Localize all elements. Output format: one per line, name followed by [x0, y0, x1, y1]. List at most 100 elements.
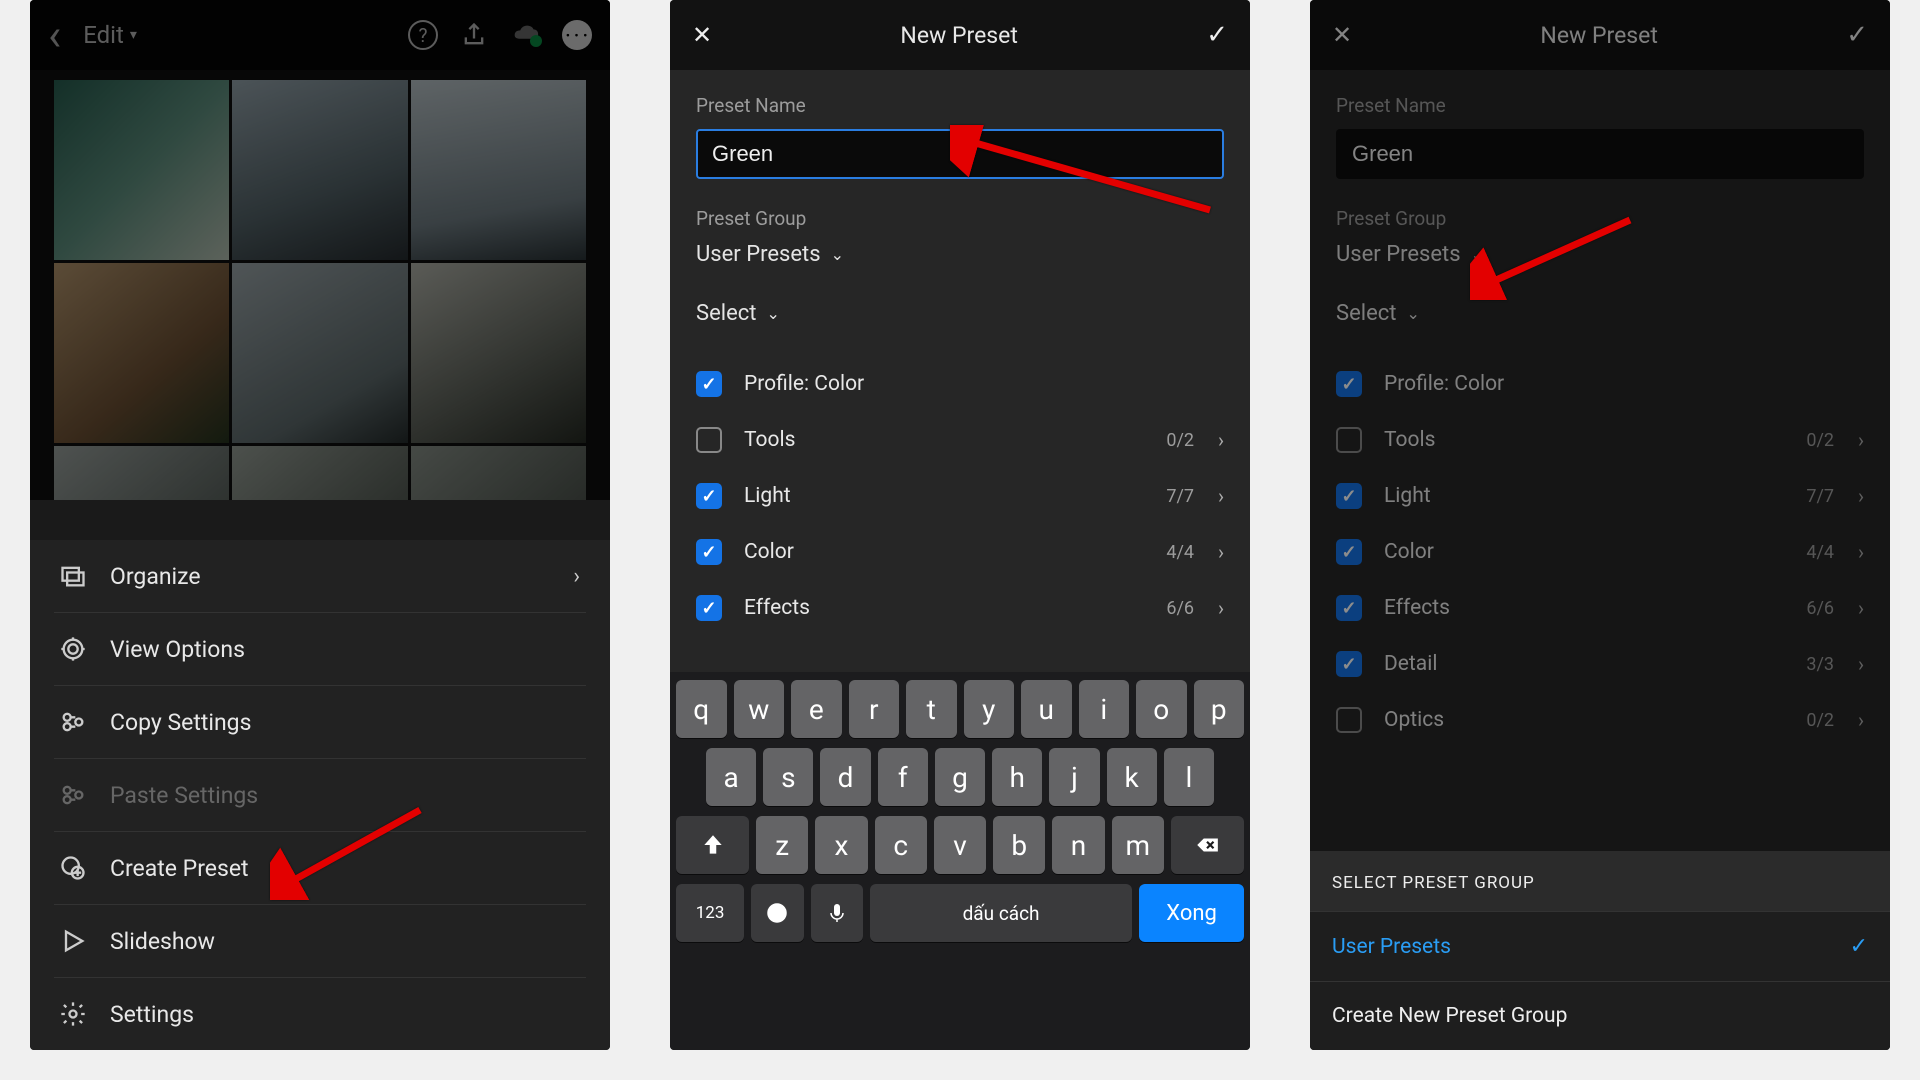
checkbox-icon[interactable] — [696, 539, 722, 565]
option-label: Color — [744, 540, 794, 564]
preset-group-dropdown[interactable]: User Presets ⌄ — [1336, 242, 1864, 267]
edit-dropdown[interactable]: Edit — [83, 21, 137, 49]
key-n[interactable]: n — [1052, 816, 1104, 874]
key-y[interactable]: y — [964, 680, 1015, 738]
more-options-icon[interactable] — [562, 20, 592, 50]
slideshow-icon — [58, 927, 88, 955]
preset-name-label: Preset Name — [696, 94, 1224, 117]
checkbox-icon[interactable] — [1336, 539, 1362, 565]
option-detail[interactable]: Detail 3/3 › — [1336, 636, 1864, 692]
key-e[interactable]: e — [791, 680, 842, 738]
key-123[interactable]: 123 — [676, 884, 744, 942]
key-t[interactable]: t — [906, 680, 957, 738]
option-profile[interactable]: Profile: Color — [1336, 356, 1864, 412]
key-z[interactable]: z — [756, 816, 808, 874]
key-o[interactable]: o — [1136, 680, 1187, 738]
key-b[interactable]: b — [993, 816, 1045, 874]
preset-group-picker: SELECT PRESET GROUP User Presets Create … — [1310, 851, 1890, 1050]
option-count: 7/7 — [1806, 486, 1834, 507]
checkbox-icon[interactable] — [696, 483, 722, 509]
preset-name-input[interactable] — [696, 129, 1224, 179]
key-r[interactable]: r — [849, 680, 900, 738]
share-icon[interactable] — [460, 21, 488, 49]
close-icon[interactable] — [692, 21, 712, 49]
menu-organize[interactable]: Organize › — [54, 540, 586, 613]
menu-slideshow[interactable]: Slideshow — [54, 905, 586, 978]
photo-thumbnail — [232, 446, 407, 500]
preset-group-value: User Presets — [1336, 242, 1461, 267]
group-option-user-presets[interactable]: User Presets — [1310, 911, 1890, 981]
close-icon[interactable] — [1332, 21, 1352, 49]
key-globe[interactable] — [751, 884, 803, 942]
option-tools[interactable]: Tools 0/2 › — [696, 412, 1224, 468]
key-h[interactable]: h — [992, 748, 1042, 806]
key-x[interactable]: x — [815, 816, 867, 874]
menu-view-options[interactable]: View Options — [54, 613, 586, 686]
option-light[interactable]: Light 7/7 › — [696, 468, 1224, 524]
soft-keyboard[interactable]: qwertyuiop asdfghjkl zxcvbnm 123 dấu các… — [670, 672, 1250, 1050]
option-tools[interactable]: Tools 0/2 › — [1336, 412, 1864, 468]
option-color[interactable]: Color 4/4 › — [696, 524, 1224, 580]
key-c[interactable]: c — [875, 816, 927, 874]
modal-title: New Preset — [1540, 22, 1657, 49]
checkbox-icon[interactable] — [1336, 595, 1362, 621]
menu-settings[interactable]: Settings — [54, 978, 586, 1050]
chevron-right-icon: › — [1218, 428, 1224, 452]
key-s[interactable]: s — [763, 748, 813, 806]
option-count: 0/2 — [1806, 710, 1834, 731]
key-f[interactable]: f — [878, 748, 928, 806]
option-profile[interactable]: Profile: Color — [696, 356, 1224, 412]
menu-copy-settings[interactable]: Copy Settings — [54, 686, 586, 759]
key-v[interactable]: v — [934, 816, 986, 874]
key-done[interactable]: Xong — [1139, 884, 1244, 942]
key-p[interactable]: p — [1194, 680, 1245, 738]
view-options-icon — [58, 635, 88, 663]
key-w[interactable]: w — [734, 680, 785, 738]
group-option-create-new[interactable]: Create New Preset Group — [1310, 981, 1890, 1050]
help-icon[interactable] — [408, 20, 438, 50]
menu-create-preset[interactable]: Create Preset — [54, 832, 586, 905]
key-i[interactable]: i — [1079, 680, 1130, 738]
cloud-sync-icon[interactable] — [510, 25, 540, 45]
confirm-icon[interactable] — [1206, 20, 1228, 50]
key-j[interactable]: j — [1049, 748, 1099, 806]
preset-name-input[interactable] — [1336, 129, 1864, 179]
checkbox-icon[interactable] — [1336, 427, 1362, 453]
settings-icon — [58, 1000, 88, 1028]
checkbox-icon[interactable] — [1336, 371, 1362, 397]
key-k[interactable]: k — [1107, 748, 1157, 806]
key-m[interactable]: m — [1112, 816, 1164, 874]
back-icon[interactable] — [48, 13, 61, 57]
option-effects[interactable]: Effects 6/6 › — [1336, 580, 1864, 636]
option-light[interactable]: Light 7/7 › — [1336, 468, 1864, 524]
select-label: Select — [1336, 301, 1396, 326]
checkbox-icon[interactable] — [1336, 651, 1362, 677]
key-d[interactable]: d — [820, 748, 870, 806]
option-effects[interactable]: Effects 6/6 › — [696, 580, 1224, 636]
key-mic[interactable] — [811, 884, 863, 942]
key-q[interactable]: q — [676, 680, 727, 738]
select-all-dropdown[interactable]: Select ⌄ — [696, 301, 1224, 326]
checkbox-icon[interactable] — [696, 371, 722, 397]
copy-settings-icon — [58, 708, 88, 736]
confirm-icon[interactable] — [1846, 20, 1868, 50]
key-g[interactable]: g — [935, 748, 985, 806]
key-backspace[interactable] — [1171, 816, 1244, 874]
key-u[interactable]: u — [1021, 680, 1072, 738]
checkbox-icon[interactable] — [1336, 707, 1362, 733]
chevron-right-icon: › — [1858, 428, 1864, 452]
option-optics[interactable]: Optics 0/2 › — [1336, 692, 1864, 748]
photo-thumbnail — [411, 80, 586, 260]
checkbox-icon[interactable] — [696, 427, 722, 453]
checkbox-icon[interactable] — [696, 595, 722, 621]
preset-group-dropdown[interactable]: User Presets ⌄ — [696, 242, 1224, 267]
option-count: 4/4 — [1806, 542, 1834, 563]
photo-thumbnail — [232, 263, 407, 443]
key-space[interactable]: dấu cách — [870, 884, 1132, 942]
key-l[interactable]: l — [1164, 748, 1214, 806]
key-a[interactable]: a — [706, 748, 756, 806]
key-shift[interactable] — [676, 816, 749, 874]
option-color[interactable]: Color 4/4 › — [1336, 524, 1864, 580]
select-all-dropdown[interactable]: Select ⌄ — [1336, 301, 1864, 326]
checkbox-icon[interactable] — [1336, 483, 1362, 509]
